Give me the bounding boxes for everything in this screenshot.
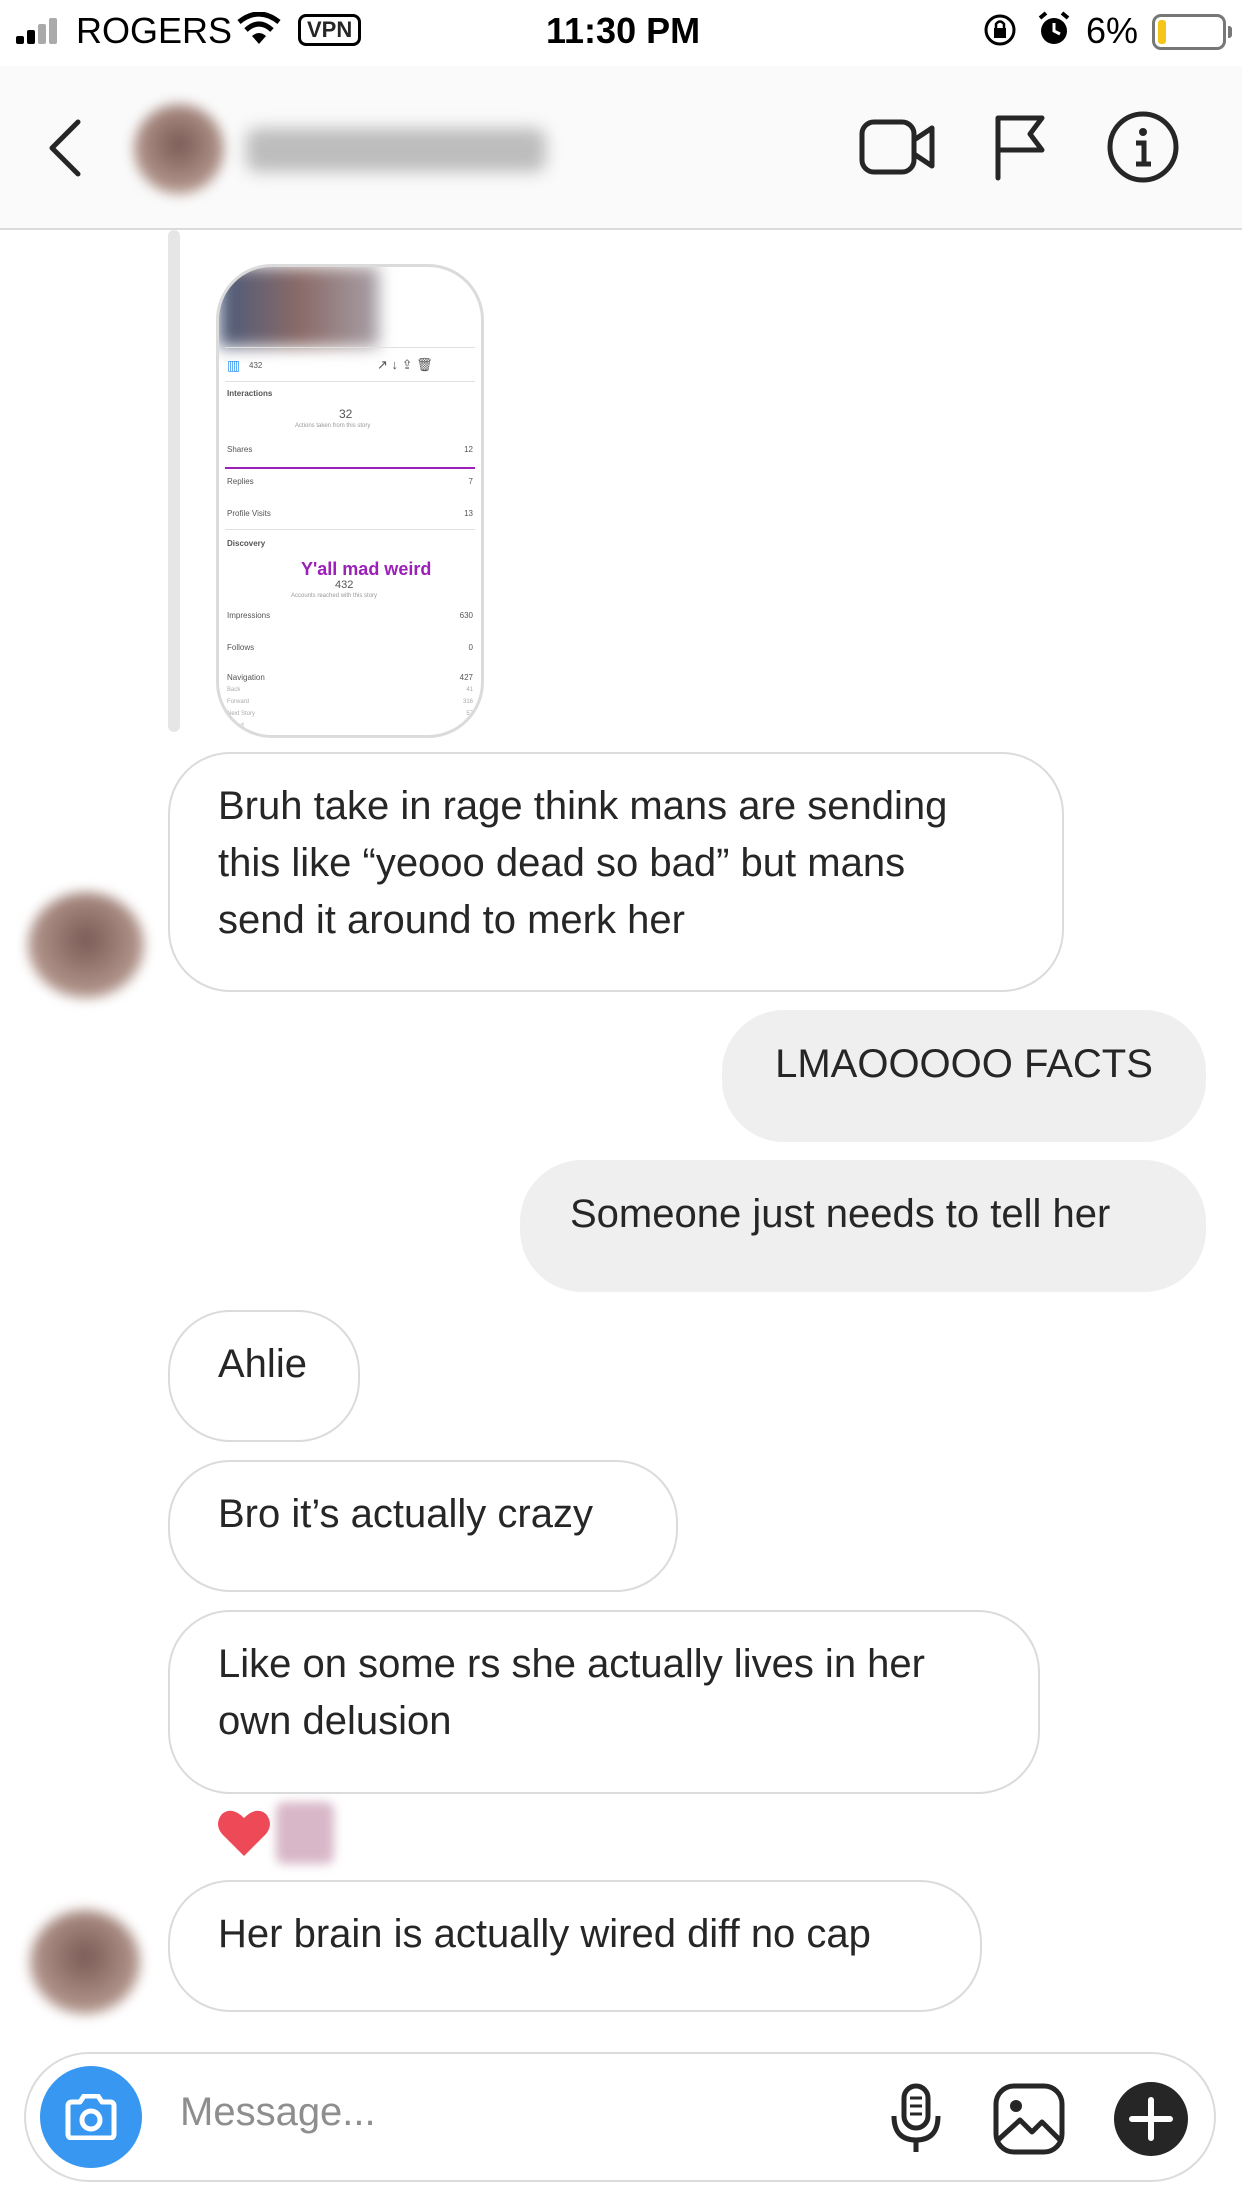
purple-underline bbox=[225, 467, 475, 469]
microphone-icon[interactable] bbox=[886, 2082, 946, 2156]
message-composer: Message... bbox=[24, 2052, 1216, 2182]
carrier-label: ROGERS bbox=[76, 10, 233, 51]
message-line: Someone just needs to tell her bbox=[570, 1192, 1111, 1236]
stat-label: Follows bbox=[227, 643, 255, 652]
stat-value: 316 bbox=[462, 699, 473, 705]
stat-value: 0 bbox=[468, 643, 473, 652]
sender-avatar[interactable] bbox=[30, 1910, 140, 2014]
stat-value: 57 bbox=[466, 711, 473, 717]
message-line: Ahlie bbox=[218, 1342, 307, 1386]
stat-label: Next Story bbox=[227, 711, 256, 717]
vpn-badge: VPN bbox=[298, 14, 362, 46]
video-camera-icon[interactable] bbox=[858, 114, 938, 180]
reply-indicator-line bbox=[168, 230, 180, 732]
incoming-message[interactable]: Bruh take in rage think mans are sending… bbox=[168, 752, 1064, 992]
reach-value: 432 bbox=[335, 579, 354, 591]
stat-value: 630 bbox=[459, 611, 473, 620]
orientation-lock-icon bbox=[984, 14, 1016, 46]
interactions-caption: Actions taken from this story bbox=[295, 423, 371, 429]
message-input[interactable]: Message... bbox=[180, 2090, 376, 2135]
stat-label: Forward bbox=[227, 699, 250, 705]
message-line: Bro it’s actually crazy bbox=[218, 1492, 593, 1536]
heart-reaction-icon[interactable] bbox=[214, 1802, 274, 1862]
wifi-icon bbox=[237, 12, 281, 44]
plus-icon[interactable] bbox=[1112, 2080, 1190, 2158]
flag-icon[interactable] bbox=[990, 112, 1050, 182]
stat-label: Impressions bbox=[227, 611, 271, 620]
stat-label: Exited bbox=[227, 723, 244, 729]
message-line: LMAOOOOO FACTS bbox=[775, 1042, 1153, 1086]
contact-name[interactable] bbox=[246, 128, 546, 172]
stat-value: 427 bbox=[459, 673, 473, 682]
interactions-label: Interactions bbox=[227, 389, 273, 398]
camera-icon bbox=[65, 2094, 117, 2140]
message-line: send it around to merk her bbox=[218, 898, 685, 942]
bar-chart-icon: ▥ bbox=[227, 357, 241, 373]
image-gallery-icon[interactable] bbox=[992, 2082, 1066, 2156]
battery-icon bbox=[1152, 14, 1232, 50]
message-line: own delusion bbox=[218, 1699, 452, 1743]
camera-button[interactable] bbox=[40, 2066, 142, 2168]
shared-story-preview[interactable]: ▥ 432 ↗ ↓ ⇪ 🗑 Interactions 32 Actions ta… bbox=[216, 264, 484, 738]
alarm-icon bbox=[1038, 11, 1070, 44]
stat-label: Shares bbox=[227, 445, 253, 454]
incoming-message[interactable]: Bro it’s actually crazy bbox=[168, 1460, 678, 1592]
stat-label: Replies bbox=[227, 477, 254, 486]
battery-percent: 6% bbox=[1086, 10, 1139, 51]
stat-label: Navigation bbox=[227, 673, 265, 682]
story-thumbnail-header bbox=[219, 267, 379, 347]
incoming-message[interactable]: Like on some rs she actually lives in he… bbox=[168, 1610, 1040, 1794]
stat-value: 12 bbox=[464, 445, 473, 454]
stat-value: 7 bbox=[468, 477, 473, 486]
message-line: Bruh take in rage think mans are sending bbox=[218, 784, 948, 828]
stat-value: 41 bbox=[466, 687, 473, 693]
signal-icon bbox=[16, 16, 68, 44]
sender-avatar[interactable] bbox=[28, 892, 144, 998]
stat-label: Profile Visits bbox=[227, 509, 271, 518]
reach-caption: Accounts reached with this story bbox=[291, 593, 378, 599]
story-overlay-text: Y'all mad weird bbox=[301, 559, 432, 579]
view-count: 432 bbox=[249, 361, 263, 370]
outgoing-message[interactable]: Someone just needs to tell her bbox=[520, 1160, 1206, 1292]
stat-value: 13 bbox=[466, 723, 473, 729]
message-line: this like “yeooo dead so bad” but mans bbox=[218, 841, 906, 885]
chat-header bbox=[0, 66, 1242, 230]
status-bar: ROGERS VPN 11:30 PM 6% bbox=[0, 0, 1242, 66]
contact-avatar[interactable] bbox=[134, 104, 224, 194]
info-icon[interactable] bbox=[1106, 110, 1180, 184]
incoming-message[interactable]: Her brain is actually wired diff no cap bbox=[168, 1880, 982, 2012]
discovery-label: Discovery bbox=[227, 539, 266, 548]
stat-label: Back bbox=[227, 687, 241, 693]
outgoing-message[interactable]: LMAOOOOO FACTS bbox=[722, 1010, 1206, 1142]
message-line: Her brain is actually wired diff no cap bbox=[218, 1912, 871, 1956]
story-actions-icons: ↗ ↓ ⇪ 🗑 bbox=[377, 357, 433, 372]
interactions-value: 32 bbox=[339, 407, 353, 421]
chevron-left-icon[interactable] bbox=[44, 116, 84, 180]
message-line: Like on some rs she actually lives in he… bbox=[218, 1642, 925, 1686]
incoming-message[interactable]: Ahlie bbox=[168, 1310, 360, 1442]
reactor-avatar bbox=[276, 1802, 334, 1864]
clock: 11:30 PM bbox=[546, 10, 701, 51]
stat-value: 13 bbox=[464, 509, 473, 518]
